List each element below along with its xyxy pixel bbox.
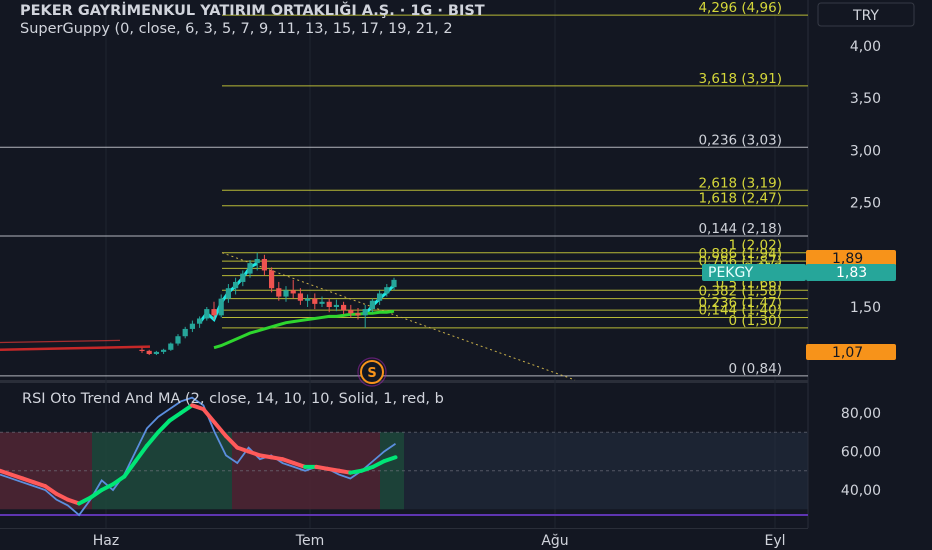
candle-body bbox=[377, 293, 383, 301]
price-axis-label: 3,50 bbox=[850, 91, 881, 107]
fib-level-label: 0 (0,84) bbox=[729, 361, 782, 377]
candle-body bbox=[168, 343, 174, 350]
fib-level-label: 4,296 (4,96) bbox=[698, 0, 782, 16]
symbol-title[interactable]: PEKER GAYRİMENKUL YATIRIM ORTAKLIĞI A.Ş.… bbox=[20, 1, 485, 19]
candle-body bbox=[254, 258, 260, 264]
candle-body bbox=[326, 301, 332, 307]
chart: 4,296 (4,96) 3,618 (3,91) 2,618 (3,19) 0,23… bbox=[0, 0, 932, 550]
candle-body bbox=[247, 263, 253, 274]
rsi-axis-label: 40,00 bbox=[841, 483, 881, 499]
candle-body bbox=[384, 287, 390, 294]
fib-level-label: 1,618 (2,47) bbox=[698, 191, 782, 207]
candle-body bbox=[225, 288, 231, 299]
candle-body bbox=[341, 304, 347, 311]
candle-body bbox=[391, 279, 397, 288]
candle-body bbox=[297, 293, 303, 301]
candle-body bbox=[153, 351, 159, 354]
candle-body bbox=[175, 336, 181, 344]
candle-body bbox=[240, 273, 246, 282]
price-axis-label: 2,50 bbox=[850, 196, 881, 212]
time-axis-label: Ağu bbox=[541, 533, 568, 549]
fib-level-label: 3,618 (3,91) bbox=[698, 71, 782, 87]
currency-label: TRY bbox=[852, 8, 879, 24]
low-price-tag-label: 1,07 bbox=[832, 345, 863, 361]
price-axis-label: 1,50 bbox=[850, 300, 881, 316]
fib-level-label: 2,618 (3,19) bbox=[698, 175, 782, 191]
candle-body bbox=[312, 298, 318, 304]
rsi-axis-label: 60,00 bbox=[841, 445, 881, 461]
candle-body bbox=[204, 309, 210, 319]
candle-body bbox=[211, 309, 217, 316]
last-price-tag-label: 1,83 bbox=[836, 265, 867, 281]
split-event-marker[interactable]: S bbox=[357, 357, 387, 387]
candle-body bbox=[319, 301, 325, 304]
candle-body bbox=[290, 290, 296, 294]
fib-level-label: 0,236 (3,03) bbox=[698, 132, 782, 148]
candle-body bbox=[161, 349, 167, 352]
candle-body bbox=[362, 309, 368, 316]
time-axis-label: Tem bbox=[295, 533, 324, 549]
low-price-tag: 1,07 bbox=[806, 344, 896, 361]
candle-body bbox=[139, 349, 145, 352]
price-axis-label: 3,00 bbox=[850, 143, 881, 159]
split-event-marker-label: S bbox=[367, 366, 376, 381]
fib-level-label: 0,144 (2,18) bbox=[698, 221, 782, 237]
price-axis-label: 4,00 bbox=[850, 39, 881, 55]
fib-level-label: 0 (1,30) bbox=[729, 313, 782, 329]
candle-body bbox=[269, 270, 275, 289]
last-price-tag: 1,83 bbox=[806, 264, 896, 281]
ticker-tag[interactable]: PEKGY bbox=[702, 264, 806, 281]
candle-body bbox=[369, 300, 375, 310]
candle-body bbox=[305, 298, 311, 301]
candle-body bbox=[233, 281, 239, 289]
currency-button[interactable]: TRY bbox=[817, 2, 915, 27]
candle-body bbox=[189, 323, 195, 329]
ticker-tag-label: PEKGY bbox=[708, 265, 754, 281]
candle-body bbox=[333, 304, 339, 307]
indicator-legend[interactable]: SuperGuppy (0, close, 6, 3, 5, 7, 9, 11,… bbox=[20, 21, 453, 37]
candle-body bbox=[197, 318, 203, 324]
time-axis-label: Eyl bbox=[764, 533, 785, 549]
candle-body bbox=[182, 328, 188, 337]
candle-body bbox=[261, 258, 267, 271]
rsi-axis-label: 80,00 bbox=[841, 406, 881, 422]
time-axis-label: Haz bbox=[93, 533, 119, 549]
candle-body bbox=[218, 298, 224, 316]
rsi-legend[interactable]: RSI Oto Trend And MA (2, close, 14, 10, … bbox=[22, 391, 444, 407]
candle-body bbox=[348, 310, 354, 314]
candle-body bbox=[355, 313, 361, 316]
candle-body bbox=[146, 350, 152, 354]
candle-body bbox=[283, 290, 289, 297]
candle-body bbox=[276, 288, 282, 297]
